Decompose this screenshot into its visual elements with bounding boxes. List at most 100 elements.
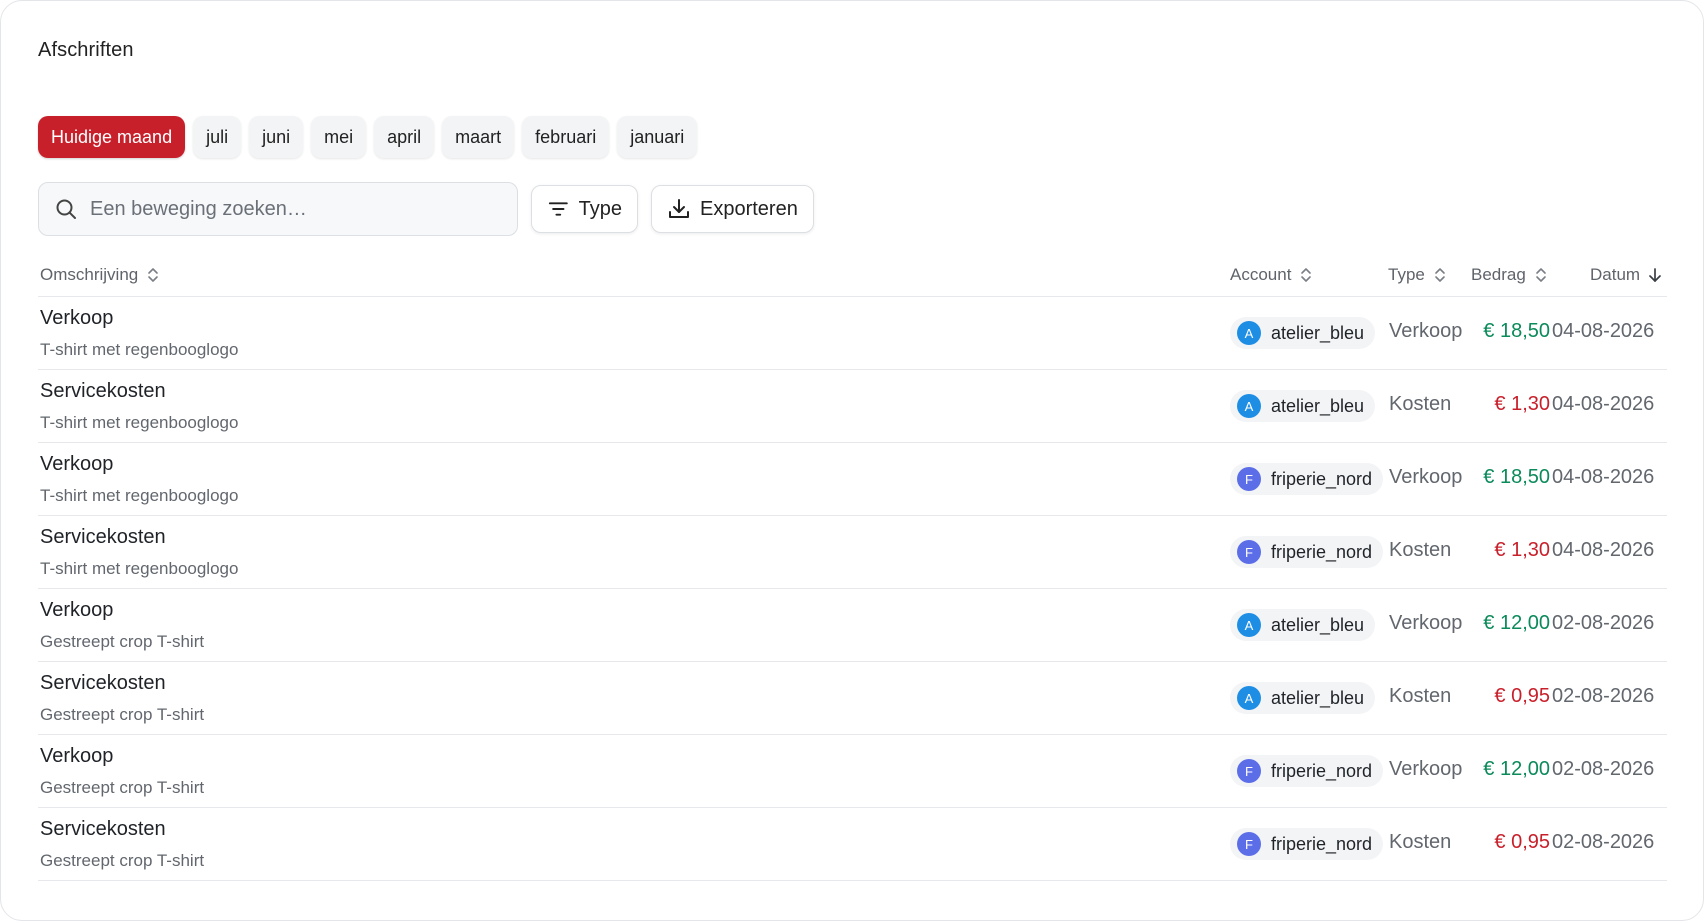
search-box[interactable]	[38, 182, 518, 236]
type-filter-button[interactable]: Type	[531, 185, 638, 233]
account-badge[interactable]: Ffriperie_nord	[1230, 463, 1384, 495]
row-title: Verkoop	[40, 307, 114, 329]
statements-card: Afschriften Huidige maand juli juni mei apri…	[0, 0, 1704, 921]
row-amount: € 1,30	[1494, 393, 1550, 415]
arrow-down-icon	[1649, 268, 1661, 282]
row-type: Verkoop	[1389, 320, 1463, 342]
month-chip-januari[interactable]: januari	[617, 116, 698, 158]
sort-icon	[1435, 268, 1445, 282]
row-title: Verkoop	[40, 599, 114, 621]
row-date: 02-08-2026	[1552, 758, 1655, 780]
month-chip-juli[interactable]: juli	[193, 116, 242, 158]
account-badge[interactable]: Aatelier_bleu	[1230, 390, 1376, 422]
month-chip-februari[interactable]: februari	[522, 116, 610, 158]
row-type: Verkoop	[1389, 758, 1463, 780]
account-name: atelier_bleu	[1271, 687, 1365, 708]
account-badge[interactable]: Aatelier_bleu	[1230, 682, 1376, 714]
month-filter: Huidige maand juli juni mei april maart februa…	[38, 116, 698, 158]
avatar: A	[1237, 394, 1261, 418]
row-amount: € 18,50	[1483, 466, 1550, 488]
month-chip-juni[interactable]: juni	[249, 116, 304, 158]
month-chip-april[interactable]: april	[374, 116, 435, 158]
row-date: 04-08-2026	[1552, 393, 1655, 415]
account-badge[interactable]: Ffriperie_nord	[1230, 536, 1384, 568]
row-amount: € 0,95	[1494, 685, 1550, 707]
row-date: 02-08-2026	[1552, 685, 1655, 707]
row-title: Servicekosten	[40, 672, 166, 694]
table-row[interactable]: Servicekosten Gestreept crop T-shirt Aatel…	[38, 662, 1667, 735]
row-subtitle: Gestreept crop T-shirt	[40, 632, 205, 651]
column-header-date[interactable]: Datum	[1590, 265, 1662, 285]
account-badge[interactable]: Aatelier_bleu	[1230, 609, 1376, 641]
column-header-amount[interactable]: Bedrag	[1471, 265, 1548, 285]
row-type: Verkoop	[1389, 612, 1463, 634]
row-subtitle: Gestreept crop T-shirt	[40, 778, 205, 797]
table-row[interactable]: Servicekosten T-shirt met regenbooglogo Ff…	[38, 516, 1667, 589]
row-subtitle: T-shirt met regenbooglogo	[40, 413, 239, 432]
row-amount: € 12,00	[1483, 612, 1550, 634]
row-type: Verkoop	[1389, 466, 1463, 488]
download-icon	[669, 199, 689, 218]
table-row[interactable]: Servicekosten T-shirt met regenbooglogo Aa…	[38, 370, 1667, 443]
column-header-account[interactable]: Account	[1230, 265, 1313, 285]
row-type: Kosten	[1389, 831, 1452, 853]
filter-icon	[548, 202, 568, 216]
account-name: atelier_bleu	[1271, 322, 1365, 343]
month-chip-mei[interactable]: mei	[311, 116, 367, 158]
table-row[interactable]: Verkoop Gestreept crop T-shirt Ffriperie_n…	[38, 735, 1667, 808]
row-title: Servicekosten	[40, 526, 166, 548]
row-title: Servicekosten	[40, 818, 166, 840]
row-subtitle: Gestreept crop T-shirt	[40, 851, 205, 870]
row-subtitle: T-shirt met regenbooglogo	[40, 559, 239, 578]
table-row[interactable]: Servicekosten Gestreept crop T-shirt Ffrip…	[38, 808, 1667, 881]
row-amount: € 12,00	[1483, 758, 1550, 780]
row-amount: € 1,30	[1494, 539, 1550, 561]
table-body: Verkoop T-shirt met regenbooglogo Aatelier…	[38, 297, 1667, 881]
avatar: A	[1237, 613, 1261, 637]
account-badge[interactable]: Aatelier_bleu	[1230, 317, 1376, 349]
column-header-description[interactable]: Omschrijving	[40, 265, 160, 285]
type-filter-label: Type	[578, 197, 622, 220]
transactions-table: Verkoop T-shirt met regenbooglogo Aatelier…	[38, 296, 1667, 881]
table-row[interactable]: Verkoop T-shirt met regenbooglogo Aatelier…	[38, 297, 1667, 370]
row-amount: € 0,95	[1494, 831, 1550, 853]
account-badge[interactable]: Ffriperie_nord	[1230, 828, 1384, 860]
account-name: friperie_nord	[1271, 541, 1373, 562]
row-date: 04-08-2026	[1552, 466, 1655, 488]
avatar: F	[1237, 540, 1261, 564]
month-chip-huidige-maand[interactable]: Huidige maand	[38, 116, 186, 158]
row-title: Servicekosten	[40, 380, 166, 402]
row-subtitle: T-shirt met regenbooglogo	[40, 486, 239, 505]
avatar: A	[1237, 321, 1261, 345]
row-amount: € 18,50	[1483, 320, 1550, 342]
search-input[interactable]	[90, 197, 490, 221]
search-icon	[56, 199, 76, 219]
account-name: atelier_bleu	[1271, 614, 1365, 635]
table-row[interactable]: Verkoop T-shirt met regenbooglogo Ffriperi…	[38, 443, 1667, 516]
account-badge[interactable]: Ffriperie_nord	[1230, 755, 1384, 787]
export-button[interactable]: Exporteren	[651, 185, 814, 233]
table-row[interactable]: Verkoop Gestreept crop T-shirt Aatelier_bl…	[38, 589, 1667, 662]
column-header-type[interactable]: Type	[1388, 265, 1447, 285]
row-subtitle: T-shirt met regenbooglogo	[40, 340, 239, 359]
month-chip-maart[interactable]: maart	[442, 116, 515, 158]
export-label: Exporteren	[700, 197, 798, 220]
row-title: Verkoop	[40, 745, 114, 767]
account-name: friperie_nord	[1271, 760, 1373, 781]
sort-icon	[1301, 268, 1312, 282]
row-title: Verkoop	[40, 453, 114, 475]
account-name: friperie_nord	[1271, 468, 1373, 489]
row-date: 04-08-2026	[1552, 320, 1655, 342]
sort-icon	[148, 268, 159, 282]
avatar: F	[1237, 467, 1261, 491]
row-date: 04-08-2026	[1552, 539, 1655, 561]
page-title: Afschriften	[38, 39, 134, 61]
account-name: friperie_nord	[1271, 833, 1373, 854]
row-subtitle: Gestreept crop T-shirt	[40, 705, 205, 724]
row-date: 02-08-2026	[1552, 831, 1655, 853]
avatar: A	[1237, 686, 1261, 710]
sort-icon	[1536, 268, 1546, 282]
account-name: atelier_bleu	[1271, 395, 1365, 416]
row-type: Kosten	[1389, 685, 1452, 707]
avatar: F	[1237, 832, 1261, 856]
